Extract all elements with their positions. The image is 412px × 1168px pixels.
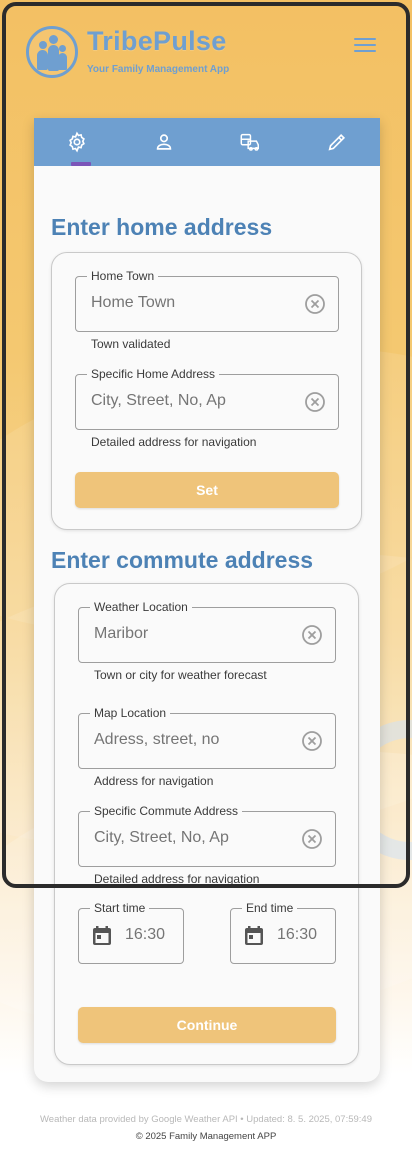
tab-edit[interactable]: [294, 118, 381, 166]
copyright: © 2025 Family Management APP: [135, 1131, 277, 1142]
tab-settings[interactable]: [34, 118, 121, 166]
commute-address-field[interactable]: Specific Commute Address: [78, 804, 336, 867]
home-address-field[interactable]: Specific Home Address: [75, 367, 339, 430]
home-address-input[interactable]: [91, 392, 291, 410]
home-town-helper: Town validated: [91, 337, 171, 351]
weather-location-helper: Town or city for weather forecast: [94, 668, 267, 682]
end-time-label: End time: [242, 901, 298, 916]
continue-button[interactable]: Continue: [78, 1007, 336, 1043]
commute-section-title: Enter commute address: [51, 547, 314, 573]
calendar-icon[interactable]: [243, 925, 265, 947]
weather-location-field[interactable]: Weather Location: [78, 600, 336, 663]
end-time-field[interactable]: End time: [230, 901, 336, 964]
commute-address-input[interactable]: [94, 829, 294, 847]
map-location-label: Map Location: [90, 706, 171, 721]
app-title: TribePulse: [87, 26, 227, 56]
settings-card: Enter home address Home Town Town valida…: [34, 118, 380, 1082]
gear-icon: [69, 131, 86, 153]
clear-icon[interactable]: [301, 624, 323, 646]
person-icon: [156, 134, 171, 150]
home-address-group: Home Town Town validated Specific Home A…: [51, 252, 362, 530]
map-location-field[interactable]: Map Location: [78, 706, 336, 769]
set-button[interactable]: Set: [75, 472, 339, 508]
home-town-field[interactable]: Home Town: [75, 269, 339, 332]
home-section-title: Enter home address: [51, 214, 273, 240]
clear-icon[interactable]: [301, 730, 323, 752]
home-address-helper: Detailed address for navigation: [91, 435, 257, 449]
clear-icon[interactable]: [304, 391, 326, 413]
weather-location-input[interactable]: [94, 625, 294, 643]
active-tab-indicator: [71, 162, 91, 166]
commute-icon: [240, 133, 260, 151]
commute-address-helper: Detailed address for navigation: [94, 872, 260, 886]
tab-commute[interactable]: [207, 118, 294, 166]
tab-bar: [34, 118, 380, 166]
home-address-label: Specific Home Address: [87, 367, 220, 382]
clear-icon[interactable]: [304, 293, 326, 315]
clear-icon[interactable]: [301, 828, 323, 850]
commute-address-label: Specific Commute Address: [90, 804, 243, 819]
logo-icon: [26, 26, 78, 78]
home-town-label: Home Town: [87, 269, 159, 284]
home-town-input[interactable]: [91, 294, 291, 312]
calendar-icon[interactable]: [91, 925, 113, 947]
start-time-label: Start time: [90, 901, 150, 916]
pencil-icon: [328, 133, 345, 151]
commute-address-group: Weather Location Town or city for weathe…: [54, 583, 359, 1065]
weather-attribution: Weather data provided by Google Weather …: [39, 1114, 372, 1125]
weather-location-label: Weather Location: [90, 600, 192, 615]
map-location-input[interactable]: [94, 731, 294, 749]
hamburger-menu-icon[interactable]: [354, 38, 376, 54]
map-location-helper: Address for navigation: [94, 774, 214, 788]
start-time-input[interactable]: [125, 926, 180, 944]
app-subtitle: Your Family Management App: [87, 64, 230, 75]
start-time-field[interactable]: Start time: [78, 901, 184, 964]
end-time-input[interactable]: [277, 926, 332, 944]
tab-profile[interactable]: [121, 118, 208, 166]
